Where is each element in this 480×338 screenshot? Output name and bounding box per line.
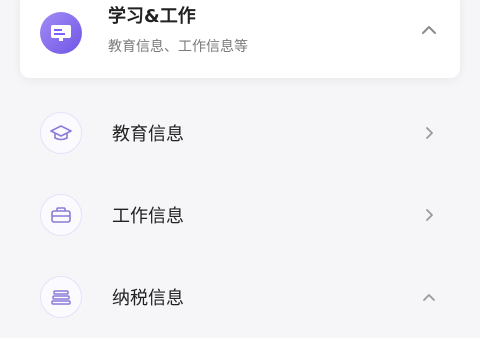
- id-card-icon: [40, 12, 82, 54]
- chevron-right-icon: [426, 209, 433, 221]
- graduation-cap-icon: [40, 112, 82, 154]
- list-item-work[interactable]: 工作信息: [20, 174, 460, 256]
- chevron-up-icon: [423, 294, 435, 301]
- chevron-right-icon: [426, 127, 433, 139]
- study-work-card[interactable]: 学习&工作 教育信息、工作信息等: [20, 0, 460, 78]
- list-item-tax[interactable]: 纳税信息: [20, 256, 460, 338]
- chevron-up-icon[interactable]: [420, 21, 438, 39]
- item-label-education: 教育信息: [112, 124, 184, 145]
- card-subtitle: 教育信息、工作信息等: [108, 39, 248, 55]
- list-item-education[interactable]: 教育信息: [20, 92, 460, 174]
- tax-icon: [40, 276, 82, 318]
- item-label-tax: 纳税信息: [112, 288, 184, 309]
- item-label-work: 工作信息: [112, 206, 184, 227]
- briefcase-icon: [40, 194, 82, 236]
- card-title: 学习&工作: [108, 6, 196, 27]
